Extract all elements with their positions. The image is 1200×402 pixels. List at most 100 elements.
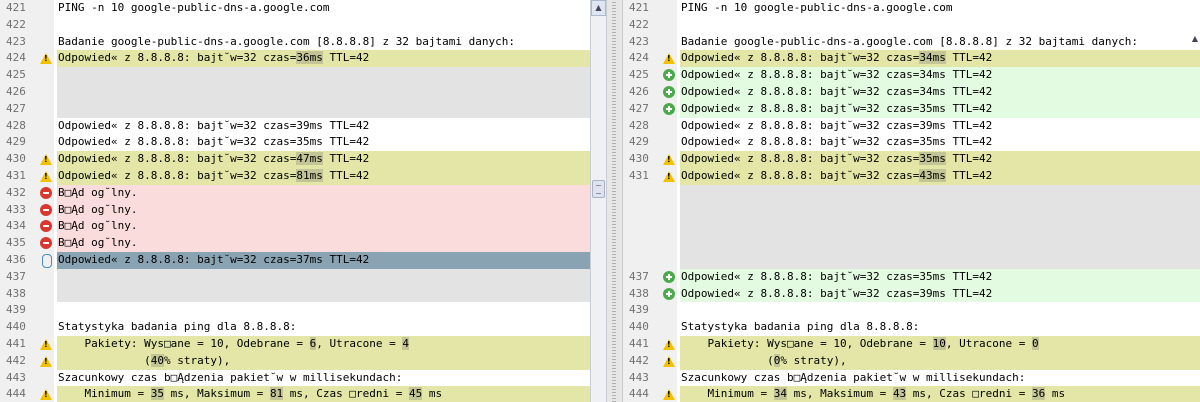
warning-icon — [663, 170, 675, 182]
line-number: 429 — [629, 135, 649, 149]
left-diff-line[interactable]: 421 PING -n 10 google-public-dns-a.google… — [0, 0, 590, 17]
left-diff-line[interactable]: 444 Minimum = 35 ms, Maksimum = 81 ms, C… — [0, 386, 590, 402]
text-segment: ms, Czas □redni = — [906, 387, 1033, 401]
line-number: 431 — [629, 168, 649, 182]
right-diff-line[interactable]: 426 Odpowied« z 8.8.8.8: bajt˘w=32 czas=3… — [623, 83, 1200, 101]
left-diff-line[interactable]: 433 B□Ąd og˘lny. — [0, 201, 590, 219]
line-text: Odpowied« z 8.8.8.8: bajt˘w=32 czas=47ms… — [57, 151, 590, 168]
left-diff-line[interactable]: 425 — [0, 67, 590, 84]
line-number: 422 — [6, 17, 26, 31]
line-number: 438 — [629, 286, 649, 300]
left-diff-line[interactable]: 434 B□Ąd og˘lny. — [0, 218, 590, 236]
line-gutter: 438 — [0, 285, 54, 303]
left-diff-line[interactable]: 431 Odpowied« z 8.8.8.8: bajt˘w=32 czas=8… — [0, 167, 590, 185]
right-diff-line[interactable]: 443 Szacunkowy czas b□Ądzenia pakiet˘w w … — [623, 369, 1200, 387]
left-diff-line[interactable]: 441 Pakiety: Wys□ane = 10, Odebrane = 6,… — [0, 335, 590, 353]
left-diff-pane[interactable]: 421 PING -n 10 google-public-dns-a.google… — [0, 0, 590, 402]
add-icon — [663, 270, 675, 283]
left-diff-line[interactable]: 430 Odpowied« z 8.8.8.8: bajt˘w=32 czas=4… — [0, 151, 590, 168]
line-gutter: 430 — [623, 151, 677, 168]
right-diff-line[interactable]: 444 Minimum = 34 ms, Maksimum = 43 ms, C… — [623, 386, 1200, 402]
line-number: 433 — [6, 202, 26, 216]
line-text — [680, 184, 1200, 202]
left-diff-line[interactable]: 439 — [0, 302, 590, 320]
left-diff-line[interactable]: 428 Odpowied« z 8.8.8.8: bajt˘w=32 czas=3… — [0, 117, 590, 135]
right-diff-line[interactable]: 441 Pakiety: Wys□ane = 10, Odebrane = 10… — [623, 335, 1200, 353]
left-diff-line[interactable]: 438 — [0, 285, 590, 303]
line-number: 422 — [629, 17, 649, 31]
right-diff-line[interactable]: 421 PING -n 10 google-public-dns-a.google… — [623, 0, 1200, 17]
right-diff-line[interactable]: 424 Odpowied« z 8.8.8.8: bajt˘w=32 czas=3… — [623, 50, 1200, 68]
scrollbar-thumb[interactable] — [592, 180, 605, 198]
right-diff-line[interactable]: 423 Badanie google-public-dns-a.google.co… — [623, 33, 1200, 51]
error-icon — [40, 220, 52, 233]
right-diff-line[interactable]: 429 Odpowied« z 8.8.8.8: bajt˘w=32 czas=3… — [623, 134, 1200, 152]
right-diff-line[interactable]: 437 Odpowied« z 8.8.8.8: bajt˘w=32 czas=3… — [623, 268, 1200, 286]
line-gutter — [623, 201, 677, 219]
text-segment: Odpowied« z 8.8.8.8: bajt˘w=32 czas=35ms… — [681, 101, 993, 115]
line-text: Odpowied« z 8.8.8.8: bajt˘w=32 czas=35ms… — [680, 134, 1200, 152]
right-diff-line[interactable]: 422 — [623, 16, 1200, 34]
right-diff-line[interactable]: 440 Statystyka badania ping dla 8.8.8.8: — [623, 319, 1200, 336]
line-number: 432 — [6, 185, 26, 199]
left-diff-line[interactable]: 435 B□Ąd og˘lny. — [0, 235, 590, 252]
left-diff-line[interactable]: 423 Badanie google-public-dns-a.google.co… — [0, 33, 590, 51]
line-gutter: 442 — [623, 352, 677, 370]
line-text: Odpowied« z 8.8.8.8: bajt˘w=32 czas=43ms… — [680, 167, 1200, 185]
line-number: 436 — [6, 252, 26, 266]
diff-highlight: 10 — [932, 336, 946, 350]
right-diff-line[interactable] — [623, 235, 1200, 252]
scroll-up-arrow-icon[interactable]: ▲ — [591, 0, 606, 16]
line-number: 442 — [6, 353, 26, 367]
right-diff-line[interactable]: 428 Odpowied« z 8.8.8.8: bajt˘w=32 czas=3… — [623, 117, 1200, 135]
right-diff-line[interactable]: 442 (0% straty), — [623, 352, 1200, 370]
left-diff-line[interactable]: 429 Odpowied« z 8.8.8.8: bajt˘w=32 czas=3… — [0, 134, 590, 152]
line-text — [680, 201, 1200, 219]
line-gutter: 444 — [623, 386, 677, 402]
left-diff-line[interactable]: 432 B□Ąd og˘lny. — [0, 184, 590, 202]
line-gutter: 437 — [0, 268, 54, 286]
pane-splitter[interactable] — [607, 0, 623, 402]
right-diff-line[interactable]: 430 Odpowied« z 8.8.8.8: bajt˘w=32 czas=3… — [623, 151, 1200, 168]
line-gutter: 423 — [623, 33, 677, 51]
right-diff-line[interactable] — [623, 251, 1200, 269]
left-diff-line[interactable]: 436 Odpowied« z 8.8.8.8: bajt˘w=32 czas=3… — [0, 251, 590, 269]
line-gutter: 435 — [0, 235, 54, 252]
left-diff-line[interactable]: 443 Szacunkowy czas b□Ądzenia pakiet˘w w … — [0, 369, 590, 387]
line-text — [680, 235, 1200, 252]
diff-highlight: 81 — [269, 387, 284, 401]
right-diff-line[interactable]: 425 Odpowied« z 8.8.8.8: bajt˘w=32 czas=3… — [623, 67, 1200, 84]
line-gutter: 439 — [623, 302, 677, 320]
text-segment: Odpowied« z 8.8.8.8: bajt˘w=32 czas= — [58, 168, 297, 182]
vertical-scrollbar[interactable]: ▲ — [590, 0, 607, 402]
right-diff-line[interactable]: 439 — [623, 302, 1200, 320]
right-diff-line[interactable]: 427 Odpowied« z 8.8.8.8: bajt˘w=32 czas=3… — [623, 100, 1200, 118]
left-diff-line[interactable]: 422 — [0, 16, 590, 34]
left-diff-line[interactable]: 426 — [0, 83, 590, 101]
line-gutter: 439 — [0, 302, 54, 320]
diff-highlight: 36 — [1032, 387, 1046, 401]
right-diff-line[interactable]: 438 Odpowied« z 8.8.8.8: bajt˘w=32 czas=3… — [623, 285, 1200, 303]
left-diff-line[interactable]: 424 Odpowied« z 8.8.8.8: bajt˘w=32 czas=3… — [0, 50, 590, 68]
line-text: Odpowied« z 8.8.8.8: bajt˘w=32 czas=34ms… — [680, 83, 1200, 101]
line-gutter — [623, 184, 677, 202]
right-diff-line[interactable]: 431 Odpowied« z 8.8.8.8: bajt˘w=32 czas=4… — [623, 167, 1200, 185]
text-segment: TTL=42 — [322, 152, 370, 166]
right-diff-line[interactable] — [623, 218, 1200, 236]
line-number: 438 — [6, 286, 26, 300]
left-diff-line[interactable]: 442 (40% straty), — [0, 352, 590, 370]
text-segment: Szacunkowy czas b□Ądzenia pakiet˘w w mil… — [681, 370, 1026, 384]
line-gutter: 422 — [623, 16, 677, 34]
line-gutter — [623, 218, 677, 236]
right-diff-line[interactable] — [623, 184, 1200, 202]
line-gutter: 428 — [0, 117, 54, 135]
left-diff-line[interactable]: 440 Statystyka badania ping dla 8.8.8.8: — [0, 319, 590, 336]
text-segment: ms — [1045, 387, 1066, 401]
line-text — [680, 16, 1200, 34]
left-diff-line[interactable]: 427 — [0, 100, 590, 118]
text-segment: Odpowied« z 8.8.8.8: bajt˘w=32 czas= — [681, 168, 920, 182]
right-diff-pane[interactable]: 421 PING -n 10 google-public-dns-a.google… — [623, 0, 1200, 402]
right-diff-line[interactable] — [623, 201, 1200, 219]
right-scroll-up-arrow-icon[interactable]: ▲ — [1190, 32, 1200, 46]
left-diff-line[interactable]: 437 — [0, 268, 590, 286]
